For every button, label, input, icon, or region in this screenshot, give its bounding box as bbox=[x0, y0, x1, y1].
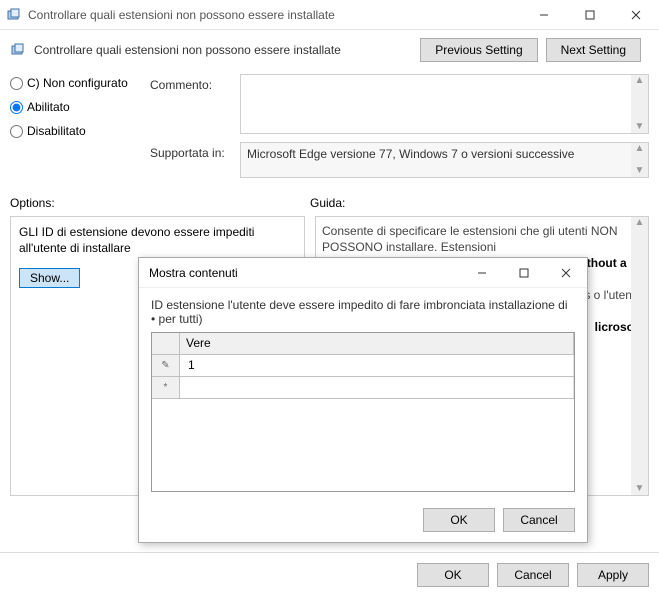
grid-cell-input[interactable] bbox=[186, 357, 567, 373]
comment-label: Commento: bbox=[150, 74, 240, 134]
grid-cell[interactable] bbox=[180, 355, 574, 376]
dialog-ok-button[interactable]: OK bbox=[423, 508, 495, 532]
dialog-hint: ID estensione l'utente deve essere imped… bbox=[151, 298, 575, 326]
window-controls bbox=[521, 0, 659, 30]
grid-column-header[interactable]: Vere bbox=[180, 333, 574, 354]
grid-header-row: Vere bbox=[152, 333, 574, 355]
policy-icon bbox=[6, 7, 22, 23]
dialog-maximize-button[interactable] bbox=[503, 258, 545, 288]
window-titlebar: Controllare quali estensioni non possono… bbox=[0, 0, 659, 30]
supported-on-field: Microsoft Edge versione 77, Windows 7 o … bbox=[240, 142, 649, 178]
radio-not-configured[interactable]: C) Non configurato bbox=[10, 76, 130, 90]
radio-enabled[interactable]: Abilitato bbox=[10, 100, 130, 114]
next-setting-button[interactable]: Next Setting bbox=[546, 38, 641, 62]
ok-button[interactable]: OK bbox=[417, 563, 489, 587]
radio-disabled-label: Disabilitato bbox=[27, 124, 86, 138]
header-title: Controllare quali estensioni non possono… bbox=[34, 43, 420, 57]
scrollbar[interactable]: ▲▼ bbox=[631, 143, 648, 177]
header: Controllare quali estensioni non possono… bbox=[0, 30, 659, 70]
show-contents-dialog: Mostra contenuti ID estensione l'utente … bbox=[138, 257, 588, 543]
grid-row-marker: * bbox=[152, 377, 180, 398]
radio-enabled-input[interactable] bbox=[10, 101, 23, 114]
minimize-button[interactable] bbox=[521, 0, 567, 30]
help-text-1: Consente di specificare le estensioni ch… bbox=[322, 224, 618, 254]
help-label: Guida: bbox=[310, 196, 345, 210]
radio-not-configured-input[interactable] bbox=[10, 77, 23, 90]
dialog-cancel-button[interactable]: Cancel bbox=[503, 508, 575, 532]
grid-cell[interactable] bbox=[180, 377, 574, 398]
grid-row[interactable]: ✎ bbox=[152, 355, 574, 377]
grid-cell-input[interactable] bbox=[186, 379, 567, 395]
value-grid[interactable]: Vere ✎ * bbox=[151, 332, 575, 492]
show-button[interactable]: Show... bbox=[19, 268, 80, 288]
dialog-close-button[interactable] bbox=[545, 258, 587, 288]
radio-disabled[interactable]: Disabilitato bbox=[10, 124, 130, 138]
options-description: GLI ID di estensione devono essere imped… bbox=[19, 225, 296, 256]
apply-button[interactable]: Apply bbox=[577, 563, 649, 587]
grid-row[interactable]: * bbox=[152, 377, 574, 399]
scrollbar[interactable]: ▲▼ bbox=[631, 75, 648, 133]
dialog-title: Mostra contenuti bbox=[149, 266, 461, 280]
grid-row-marker: ✎ bbox=[152, 355, 180, 376]
supported-label: Supportata in: bbox=[150, 142, 240, 178]
radio-enabled-label: Abilitato bbox=[27, 100, 70, 114]
cancel-button[interactable]: Cancel bbox=[497, 563, 569, 587]
main-footer: OK Cancel Apply bbox=[0, 552, 659, 597]
supported-on-text: Microsoft Edge versione 77, Windows 7 o … bbox=[247, 147, 574, 161]
radio-not-configured-prefix: C) bbox=[27, 76, 40, 90]
policy-icon bbox=[10, 42, 26, 58]
dialog-minimize-button[interactable] bbox=[461, 258, 503, 288]
window-title: Controllare quali estensioni non possono… bbox=[28, 8, 521, 22]
dialog-titlebar: Mostra contenuti bbox=[139, 258, 587, 288]
radio-disabled-input[interactable] bbox=[10, 125, 23, 138]
dialog-footer: OK Cancel bbox=[139, 500, 587, 542]
state-radios: C) Non configurato Abilitato Disabilitat… bbox=[10, 74, 130, 186]
options-label: Options: bbox=[10, 196, 310, 210]
previous-setting-button[interactable]: Previous Setting bbox=[420, 38, 537, 62]
close-button[interactable] bbox=[613, 0, 659, 30]
maximize-button[interactable] bbox=[567, 0, 613, 30]
grid-corner bbox=[152, 333, 180, 354]
radio-not-configured-label: Non configurato bbox=[43, 76, 128, 90]
comment-textarea[interactable]: ▲▼ bbox=[240, 74, 649, 134]
scrollbar[interactable]: ▲▼ bbox=[631, 217, 648, 495]
